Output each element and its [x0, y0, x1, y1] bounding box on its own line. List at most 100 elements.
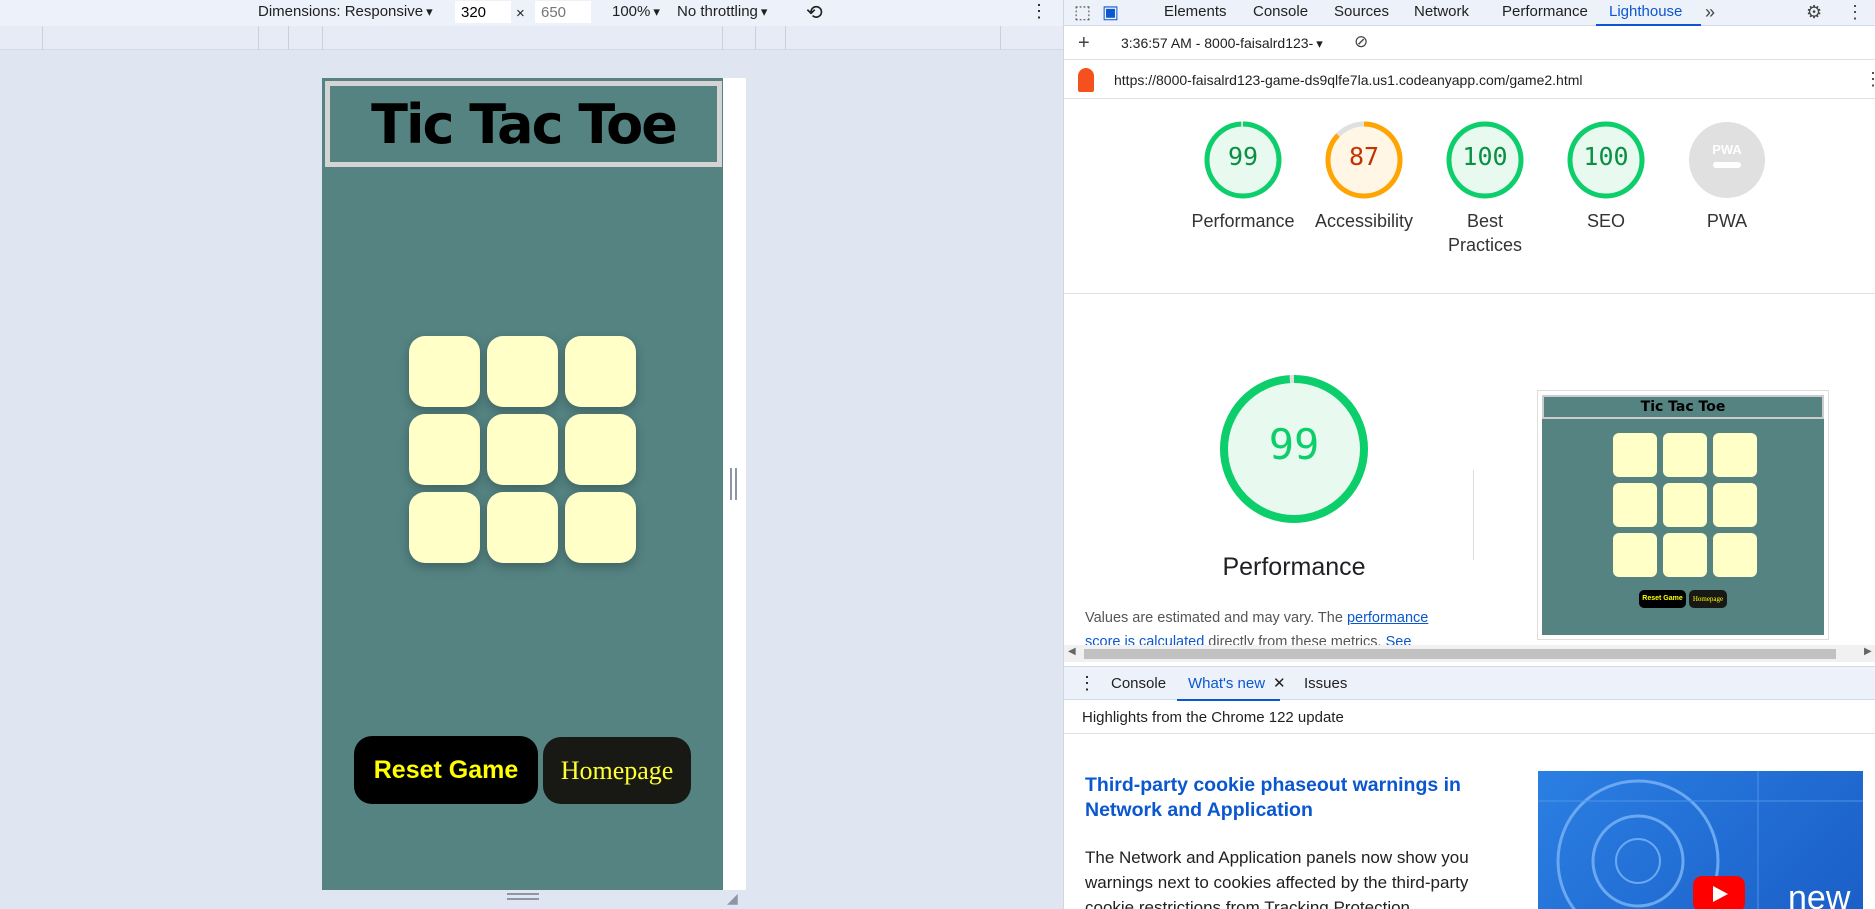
settings-gear-icon[interactable]: ⚙	[1806, 2, 1822, 23]
score-value: 99	[1227, 142, 1259, 171]
performance-gauge-large: 99 Performance	[1186, 374, 1402, 582]
performance-score-large: 99	[1268, 420, 1320, 469]
performance-label-large: Performance	[1222, 553, 1366, 581]
board-cell[interactable]	[409, 492, 480, 563]
scrollbar-thumb[interactable]	[1084, 649, 1836, 659]
board-cell[interactable]	[487, 414, 558, 485]
more-tabs-icon[interactable]: »	[1705, 2, 1715, 23]
lighthouse-toolbar: + 3:36:57 AM - 8000-faisalrd123- ⊘	[1064, 27, 1875, 60]
thumbnail-title: Tic Tac Toe	[1542, 395, 1824, 419]
resize-handle-right[interactable]	[730, 468, 737, 500]
thumbnail-cell	[1613, 433, 1657, 477]
game-board	[409, 336, 636, 563]
board-cell[interactable]	[487, 336, 558, 407]
resize-handle-bottom[interactable]	[507, 893, 539, 900]
close-tab-icon[interactable]: ✕	[1273, 674, 1286, 692]
thumbnail-cell	[1663, 483, 1707, 527]
article-image-caption: new	[1788, 879, 1851, 909]
youtube-play-icon	[1693, 876, 1745, 909]
throttling-dropdown[interactable]: No throttling	[677, 3, 767, 20]
thumbnail-reset-button: Reset Game	[1639, 590, 1686, 608]
scroll-right-icon[interactable]: ▶	[1864, 646, 1872, 657]
lighthouse-report: 99 Performance 87 Accessibility 100 Best…	[1064, 100, 1875, 645]
see-link[interactable]: See	[1386, 634, 1412, 645]
clear-reports-icon[interactable]: ⊘	[1354, 32, 1368, 52]
media-query-ruler[interactable]	[0, 26, 1063, 50]
resize-corner-icon[interactable]: ◢	[727, 890, 743, 906]
note-text: Values are estimated and may vary. The	[1085, 610, 1347, 626]
new-report-plus-icon[interactable]: +	[1078, 32, 1090, 55]
report-url-bar: https://8000-faisalrd123-game-ds9qlfe7la…	[1064, 61, 1875, 99]
devtools-panel: ⬚ ▣ Elements Console Sources Network Per…	[1063, 0, 1875, 909]
vertical-divider	[1473, 470, 1474, 560]
pwa-badge-icon: PWA	[1689, 122, 1765, 198]
score-value: 100	[1583, 142, 1629, 171]
score-gauge-pwa[interactable]: PWA PWA	[1672, 120, 1782, 233]
article-body: The Network and Application panels now s…	[1085, 848, 1469, 909]
reset-game-button[interactable]: Reset Game	[354, 736, 538, 804]
score-label: SEO	[1586, 211, 1625, 231]
tab-sources[interactable]: Sources	[1334, 3, 1389, 20]
devtools-menu-icon[interactable]: ⋮	[1846, 2, 1864, 23]
final-screenshot-thumbnail[interactable]: Tic Tac Toe Reset Game Homepage	[1537, 390, 1829, 640]
drawer-tab-issues[interactable]: Issues	[1304, 675, 1347, 692]
thumbnail-home-button: Homepage	[1689, 590, 1727, 608]
thumbnail-cell	[1713, 433, 1757, 477]
thumbnail-cell	[1613, 483, 1657, 527]
more-options-icon[interactable]: ⋮	[1030, 1, 1048, 22]
drawer-menu-icon[interactable]: ⋮	[1078, 673, 1096, 694]
horizontal-scrollbar[interactable]: ◀ ▶	[1064, 645, 1875, 662]
page-title: Tic Tac Toe	[371, 92, 678, 156]
board-cell[interactable]	[565, 492, 636, 563]
homepage-button[interactable]: Homepage	[543, 737, 691, 804]
tab-console[interactable]: Console	[1253, 3, 1308, 20]
thumbnail-cell	[1663, 433, 1707, 477]
width-input[interactable]	[455, 1, 511, 23]
thumbnail-cell	[1613, 533, 1657, 577]
board-cell[interactable]	[487, 492, 558, 563]
thumbnail-cell	[1663, 533, 1707, 577]
section-divider	[1064, 293, 1875, 294]
whats-new-header: Highlights from the Chrome 122 update	[1064, 700, 1875, 734]
rotate-icon[interactable]: ⟲	[806, 0, 823, 25]
score-label: Best Practices	[1447, 211, 1523, 255]
inspect-element-icon[interactable]: ⬚	[1074, 2, 1091, 23]
score-gauge-performance[interactable]: 99 Performance	[1188, 120, 1298, 233]
tab-elements[interactable]: Elements	[1164, 3, 1227, 20]
zoom-dropdown[interactable]: 100%	[612, 3, 660, 20]
device-toolbar-toggle-icon[interactable]: ▣	[1102, 2, 1119, 23]
devtools-tabbar: ⬚ ▣ Elements Console Sources Network Per…	[1064, 0, 1875, 26]
board-cell[interactable]	[409, 336, 480, 407]
dimensions-dropdown[interactable]: Dimensions: Responsive	[258, 3, 433, 20]
report-url[interactable]: https://8000-faisalrd123-game-ds9qlfe7la…	[1114, 72, 1583, 88]
drawer-tabbar: ⋮ Console What's new ✕ Issues	[1064, 666, 1875, 701]
score-gauge-accessibility[interactable]: 87 Accessibility	[1309, 120, 1419, 233]
note-text: directly from these metrics.	[1204, 634, 1386, 645]
board-cell[interactable]	[409, 414, 480, 485]
tab-lighthouse[interactable]: Lighthouse	[1609, 3, 1682, 20]
height-input[interactable]	[535, 1, 591, 23]
emulated-page: Tic Tac Toe Reset Game Homepage	[322, 78, 723, 890]
drawer-tab-console[interactable]: Console	[1111, 675, 1166, 692]
tab-performance[interactable]: Performance	[1502, 3, 1588, 20]
thumbnail-board	[1613, 433, 1757, 577]
drawer-tab-whats-new[interactable]: What's new	[1188, 675, 1265, 692]
article-title-link[interactable]: Third-party cookie phaseout warnings in …	[1085, 773, 1495, 823]
score-gauge-seo[interactable]: 100 SEO	[1551, 120, 1661, 233]
thumbnail-page: Tic Tac Toe Reset Game Homepage	[1542, 395, 1824, 635]
board-cell[interactable]	[565, 414, 636, 485]
score-value: 100	[1462, 142, 1508, 171]
device-emulation-pane: Dimensions: Responsive × 100% No throttl…	[0, 0, 1063, 909]
scroll-left-icon[interactable]: ◀	[1068, 646, 1076, 657]
thumbnail-cell	[1713, 533, 1757, 577]
board-cell[interactable]	[565, 336, 636, 407]
score-label: Accessibility	[1314, 211, 1414, 231]
device-toolbar: Dimensions: Responsive × 100% No throttl…	[0, 0, 1063, 26]
score-gauge-best-practices[interactable]: 100 Best Practices	[1430, 120, 1540, 257]
report-selector[interactable]: 3:36:57 AM - 8000-faisalrd123-	[1121, 35, 1323, 52]
svg-text:PWA: PWA	[1712, 142, 1742, 157]
tab-network[interactable]: Network	[1414, 3, 1469, 20]
report-menu-icon[interactable]: ⋮	[1864, 69, 1875, 90]
article-image[interactable]: new	[1538, 771, 1863, 909]
thumbnail-cell	[1713, 483, 1757, 527]
